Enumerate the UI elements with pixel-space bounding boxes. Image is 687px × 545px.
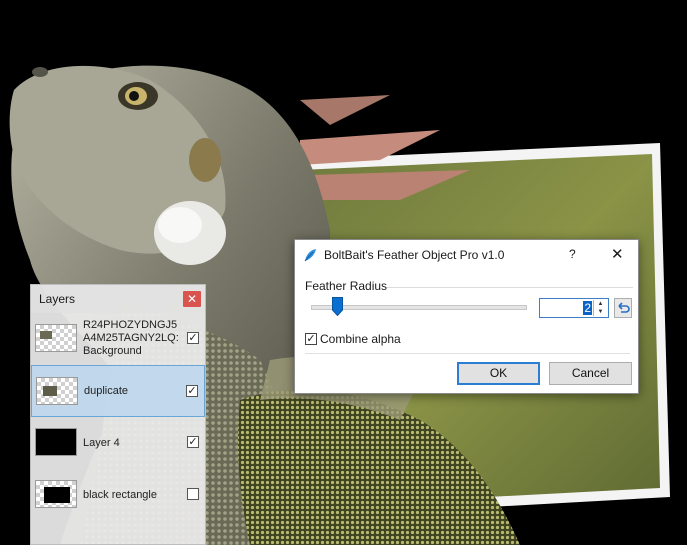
close-icon[interactable]: ✕ [611,245,624,263]
dialog-title: BoltBait's Feather Object Pro v1.0 [324,248,505,262]
layer-name: Layer 4 [83,437,120,449]
feather-radius-label: Feather Radius [305,279,388,293]
layer-name: R24PHOZYDNGJ5A4M25TAGNY2LQ: Background [83,319,179,357]
layer-row-background[interactable]: R24PHOZYDNGJ5A4M25TAGNY2LQ: Background ✓ [31,313,205,365]
feather-icon [304,249,316,262]
layer-visibility-checkbox[interactable]: ✓ [186,385,198,397]
layers-panel: Layers ✕ R24PHOZYDNGJ5A4M25TAGNY2LQ: Bac… [30,284,206,545]
layer-row-duplicate[interactable]: duplicate ✓ [31,365,205,417]
group-divider [387,287,633,288]
feather-radius-slider-track[interactable] [311,305,527,310]
layer-visibility-checkbox[interactable]: ✓ [187,332,199,344]
feather-radius-value: 2 [583,301,592,315]
feather-radius-spinner[interactable]: ▲ ▼ [593,300,607,316]
layer-visibility-checkbox[interactable]: ✓ [187,436,199,448]
layers-panel-titlebar[interactable]: Layers ✕ [31,285,205,313]
spin-up-icon[interactable]: ▲ [594,300,607,308]
feather-radius-slider-thumb[interactable] [332,297,343,316]
layer-row-layer-4[interactable]: Layer 4 ✓ [31,417,205,469]
combine-alpha-label: Combine alpha [320,332,401,346]
layer-thumbnail [35,428,77,456]
reset-button[interactable] [614,298,632,318]
layer-visibility-checkbox[interactable] [187,488,199,500]
layer-row-black-rectangle[interactable]: black rectangle [31,469,205,521]
close-icon[interactable]: ✕ [183,291,201,307]
layer-name: black rectangle [83,489,157,501]
layer-thumbnail [35,324,77,352]
layer-thumbnail [35,480,77,508]
spin-down-icon[interactable]: ▼ [594,308,607,316]
reset-arrow-icon [618,302,630,313]
dialog-separator [305,353,630,354]
layer-thumbnail [36,377,78,405]
ok-button[interactable]: OK [457,362,540,385]
feather-radius-input[interactable]: 2 ▲ ▼ [539,298,609,318]
help-button[interactable]: ? [569,247,576,261]
dialog-titlebar[interactable]: BoltBait's Feather Object Pro v1.0 ? ✕ [295,240,638,270]
combine-alpha-checkbox[interactable]: ✓ [305,333,317,345]
layers-panel-title: Layers [39,292,76,306]
layer-name: duplicate [84,385,129,397]
cancel-button[interactable]: Cancel [549,362,632,385]
feather-object-dialog: BoltBait's Feather Object Pro v1.0 ? ✕ F… [294,239,639,394]
